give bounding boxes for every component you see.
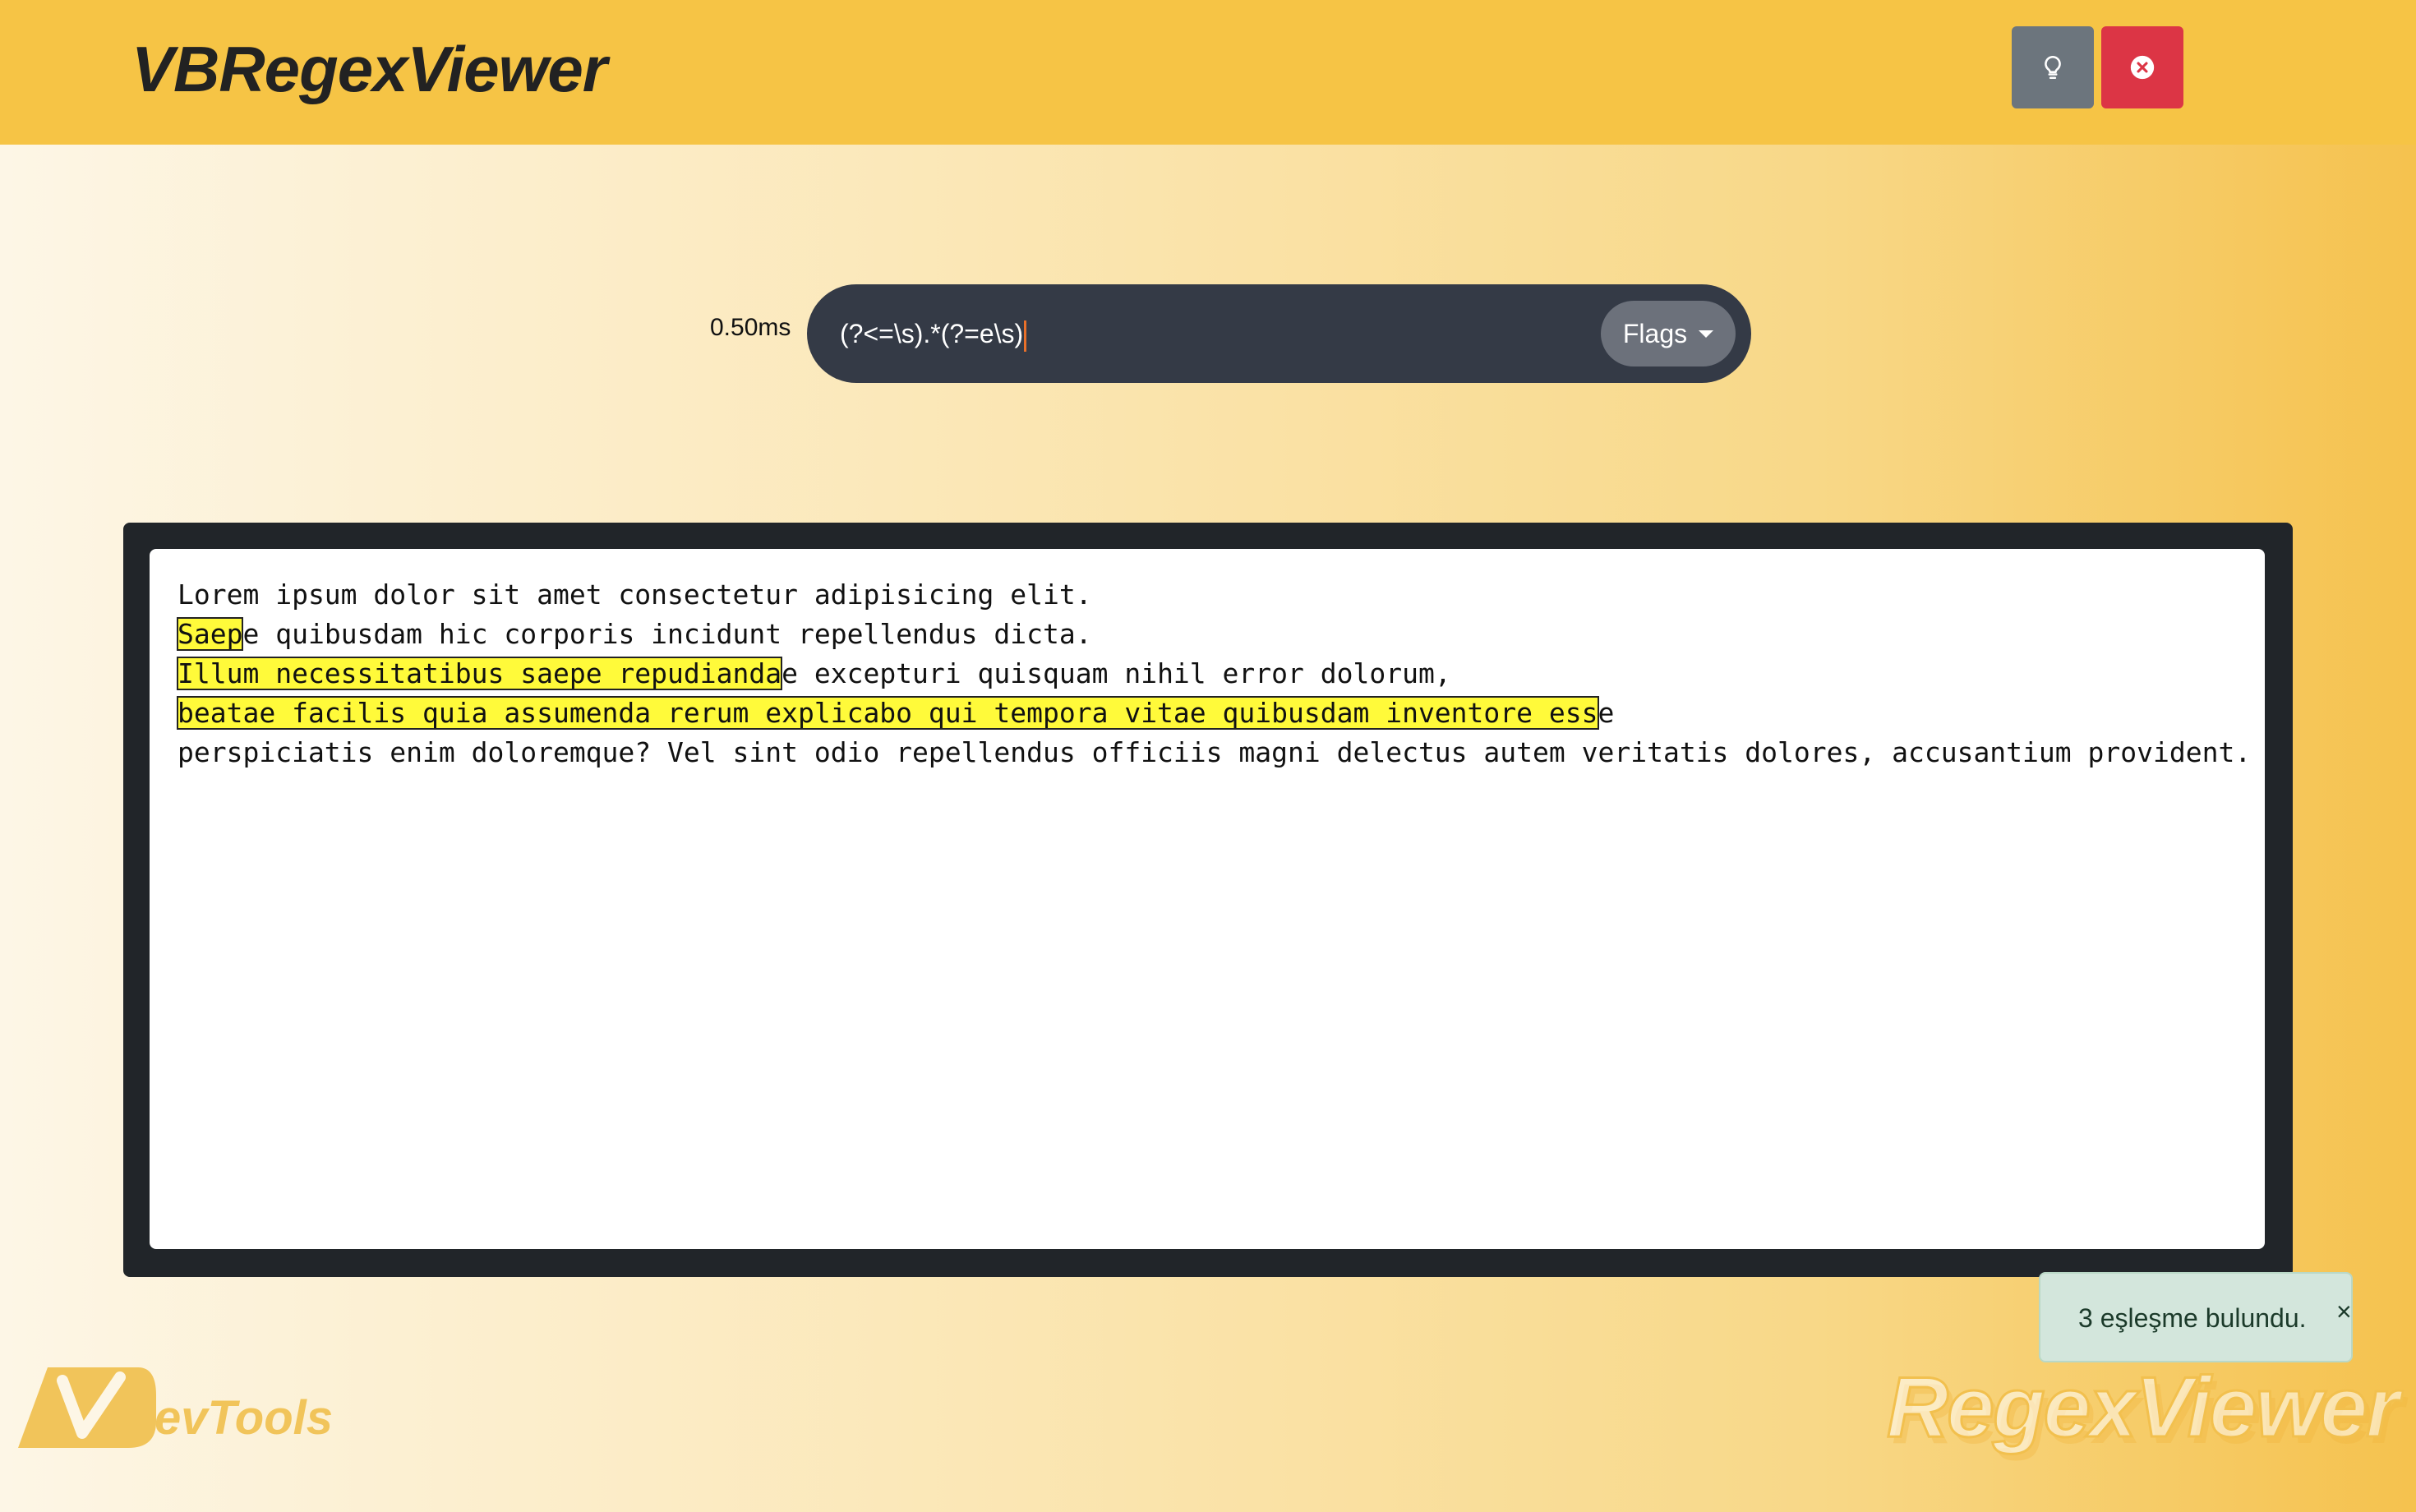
match-timing: 0.50ms (710, 314, 791, 341)
regex-match-highlight: beatae facilis quia assumenda rerum expl… (177, 696, 1599, 730)
regex-input[interactable]: (?<=\s).*(?=e\s) (840, 309, 1579, 358)
close-circle-icon (2130, 55, 2155, 80)
text-caret (1024, 320, 1027, 352)
text-line: beatae facilis quia assumenda rerum expl… (177, 694, 2237, 733)
text-line: Illum necessitatibus saepe repudiandae e… (176, 654, 2237, 694)
close-button[interactable] (2101, 26, 2183, 108)
text-segment: perspiciatis enim doloremque? Vel sint o… (178, 736, 2252, 768)
text-segment: e excepturi quisquam nihil error dolorum… (782, 657, 1451, 689)
text-segment: e quibusdam hic corporis incidunt repell… (242, 618, 1092, 650)
test-text-panel: Lorem ipsum dolor sit amet consectetur a… (123, 523, 2293, 1277)
text-line: Saepe quibusdam hic corporis incidunt re… (176, 615, 2237, 654)
toast-message: 3 eşleşme bulundu. (2078, 1303, 2307, 1333)
chevron-down-icon (1699, 330, 1714, 338)
app-header: VBRegexViewer (0, 0, 2416, 145)
toast-close-button[interactable]: × (2336, 1297, 2352, 1327)
match-count-toast: 3 eşleşme bulundu. × (2039, 1272, 2353, 1362)
text-line: perspiciatis enim doloremque? Vel sint o… (178, 733, 2251, 772)
flags-label: Flags (1622, 318, 1688, 348)
devtools-label: evTools (154, 1391, 334, 1445)
regexviewer-watermark: RegexViewer (1886, 1359, 2401, 1457)
lightbulb-icon (2045, 55, 2061, 80)
regex-match-highlight: Saep (176, 617, 244, 651)
regex-search-bar: (?<=\s).*(?=e\s) Flags (807, 284, 1751, 383)
text-line: Lorem ipsum dolor sit amet consectetur a… (178, 575, 2237, 615)
app-title: VBRegexViewer (131, 33, 607, 105)
regex-pattern-text: (?<=\s).*(?=e\s) (840, 319, 1024, 348)
regex-match-highlight: Illum necessitatibus saepe repudianda (176, 657, 783, 690)
flags-dropdown-button[interactable]: Flags (1601, 301, 1736, 366)
text-segment: Lorem ipsum dolor sit amet consectetur a… (178, 579, 1092, 611)
theme-toggle-button[interactable] (2012, 26, 2094, 108)
test-text-area[interactable]: Lorem ipsum dolor sit amet consectetur a… (150, 549, 2265, 1249)
text-segment: e (1598, 697, 1615, 729)
